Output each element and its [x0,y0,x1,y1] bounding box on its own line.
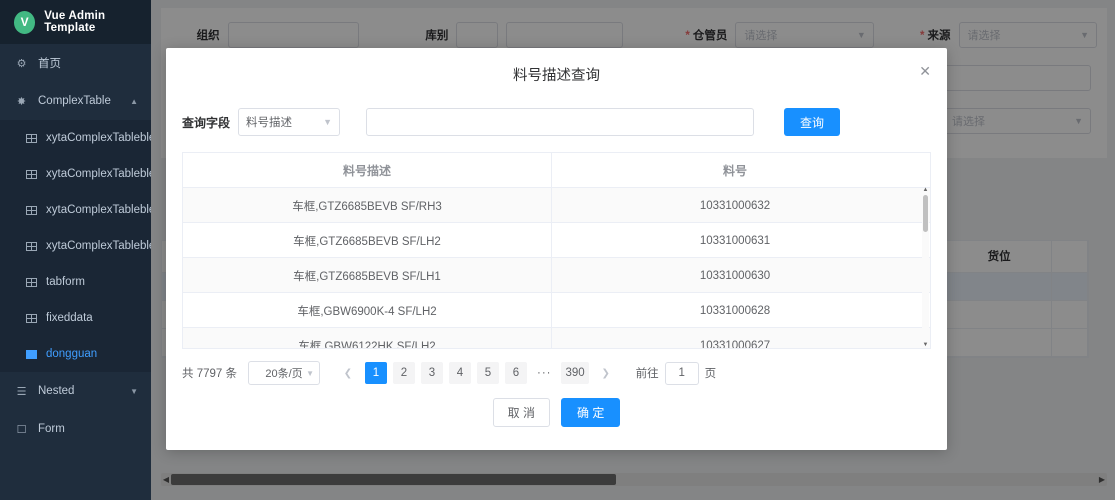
pagination-prev-button[interactable]: ❮ [337,362,359,384]
app-root: V Vue Admin Template ⚙ 首页 ✸ ComplexTable… [0,0,1115,500]
sidebar-item-xytacomplextableble1[interactable]: xytaComplexTableble1 [0,156,151,192]
sidebar-subitem-label: xytaComplexTableble4 [46,204,151,216]
logo-title: Vue Admin Template [44,10,106,34]
table-icon [26,169,37,179]
sidebar-subitem-label: xytaComplexTableble5 [46,240,151,252]
cell-description: 车框,GBW6122HK SF/LH2 [183,328,552,348]
sidebar-submenu: xytaComplexTableble xytaComplexTableble1… [0,120,151,372]
sidebar-item-xytacomplextableble4[interactable]: xytaComplexTableble4 [0,192,151,228]
cancel-button[interactable]: 取 消 [492,398,550,427]
sidebar-item-home[interactable]: ⚙ 首页 [0,44,151,82]
cell-code: 10331000628 [699,304,771,317]
sidebar-item-fixeddata[interactable]: fixeddata [0,300,151,336]
search-field-label: 查询字段 [182,115,231,130]
material-query-dialog: 料号描述查询 ✕ 查询字段 料号描述 ▼ 查询 料号描述 料号 车框,GTZ66… [166,48,947,450]
sidebar-item-label: Nested [38,385,75,397]
results-table: 料号描述 料号 车框,GTZ6685BEVB SF/RH3 1033100063… [182,152,931,349]
component-icon: ✸ [16,95,27,108]
sidebar-subitem-label: tabform [46,276,85,288]
pagination-page-5[interactable]: 5 [476,362,499,384]
table-row[interactable]: 车框,GTZ6685BEVB SF/LH2 10331000631 [183,223,930,258]
jumper-suffix: 页 [704,368,717,380]
pagination-ellipsis[interactable]: ··· [533,362,556,384]
sidebar-item-xytacomplextableble[interactable]: xytaComplexTableble [0,120,151,156]
search-button[interactable]: 查询 [784,108,841,136]
jumper-prefix: 前往 [635,368,659,380]
cell-code: 10331000632 [699,199,771,212]
nested-icon: ☰ [16,385,27,398]
logo-icon: V [14,10,36,34]
dialog-footer: 取 消 确 定 [166,398,947,427]
column-header-code: 料号 [722,164,747,178]
cell-description: 车框,GTZ6685BEVB SF/RH3 [183,188,552,223]
pagination-last-page[interactable]: 390 [561,362,589,384]
cell-code: 10331000627 [699,339,771,349]
pagination-page-1[interactable]: 1 [364,362,387,384]
pagination-page-4[interactable]: 4 [448,362,471,384]
chevron-down-icon: ▼ [323,117,333,127]
cell-description: 车框,GBW6900K-4 SF/LH2 [183,293,552,328]
pagination-page-3[interactable]: 3 [420,362,443,384]
dialog-header: 料号描述查询 ✕ [166,48,947,100]
sidebar-item-label: ComplexTable [38,95,111,107]
sidebar-subitem-label: dongguan [46,348,98,360]
page-size-select[interactable]: 20条/页 ▼ [247,361,320,385]
scroll-up-icon[interactable]: ▲ [922,187,929,193]
confirm-button[interactable]: 确 定 [561,398,621,427]
sidebar: V Vue Admin Template ⚙ 首页 ✸ ComplexTable… [0,0,151,500]
dialog-search-bar: 查询字段 料号描述 ▼ 查询 [166,100,947,144]
sidebar-item-label: Form [38,423,65,435]
table-icon [26,277,37,287]
cell-code: 10331000630 [699,269,771,282]
close-icon[interactable]: ✕ [919,64,931,78]
sidebar-item-form[interactable]: ☐ Form [0,410,151,448]
cell-code: 10331000631 [699,234,771,247]
scroll-down-icon[interactable]: ▼ [922,342,929,348]
search-field-select-value: 料号描述 [246,117,293,129]
pagination-next-button[interactable]: ❯ [595,362,617,384]
table-icon [26,205,37,215]
vertical-scrollbar-thumb[interactable] [923,195,928,232]
table-row[interactable]: 车框,GBW6900K-4 SF/LH2 10331000628 [183,293,930,328]
table-vertical-scrollbar[interactable]: ▲ ▼ [922,187,929,348]
dashboard-icon: ⚙ [16,57,27,70]
table-icon [26,133,37,143]
pagination-total: 共 7797 条 [182,368,237,380]
sidebar-subitem-label: xytaComplexTableble [46,132,151,144]
sidebar-item-xytacomplextableble5[interactable]: xytaComplexTableble5 [0,228,151,264]
search-field-select[interactable]: 料号描述 ▼ [238,108,341,136]
table-row[interactable]: 车框,GBW6122HK SF/LH2 10331000627 [183,328,930,349]
cell-description: 车框,GTZ6685BEVB SF/LH1 [183,258,552,293]
pagination-jumper: 前往 1 页 [635,361,717,385]
pagination-page-6[interactable]: 6 [504,362,527,384]
pagination: 共 7797 条 20条/页 ▼ ❮ 1 2 3 4 5 6 ··· 390 ❯… [166,349,947,385]
page-size-value: 20条/页 [265,368,303,380]
chevron-down-icon: ▼ [130,386,138,396]
chevron-down-icon: ▼ [306,368,314,378]
sidebar-item-tabform[interactable]: tabform [0,264,151,300]
table-icon [26,349,37,359]
table-row[interactable]: 车框,GTZ6685BEVB SF/LH1 10331000630 [183,258,930,293]
table-row[interactable]: 车框,GTZ6685BEVB SF/RH3 10331000632 [183,188,930,223]
pagination-page-2[interactable]: 2 [392,362,415,384]
results-table-header: 料号描述 料号 [183,153,930,188]
sidebar-subitem-label: fixeddata [46,312,93,324]
sidebar-subitem-label: xytaComplexTableble1 [46,168,151,180]
sidebar-item-label: 首页 [38,58,61,70]
jumper-input[interactable]: 1 [664,361,699,385]
search-input[interactable] [366,108,755,136]
sidebar-item-nested[interactable]: ☰ Nested ▼ [0,372,151,410]
sidebar-item-complextable[interactable]: ✸ ComplexTable ▲ [0,82,151,120]
table-icon [26,313,37,323]
sidebar-logo[interactable]: V Vue Admin Template [0,0,151,44]
form-icon: ☐ [16,423,27,436]
column-header-description: 料号描述 [183,153,552,188]
cell-description: 车框,GTZ6685BEVB SF/LH2 [183,223,552,258]
sidebar-item-dongguan[interactable]: dongguan [0,336,151,372]
dialog-title: 料号描述查询 [513,67,600,84]
table-icon [26,241,37,251]
chevron-up-icon: ▲ [130,96,138,106]
